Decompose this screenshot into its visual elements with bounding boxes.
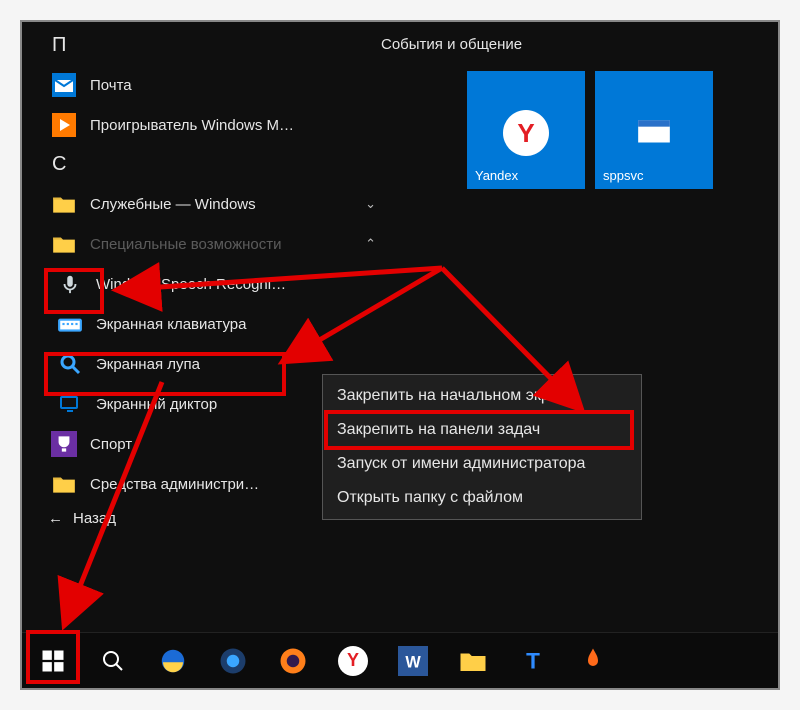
chevron-up-icon: ⌃ [365,236,376,252]
back-label: Назад [73,510,116,527]
app-item-utilities[interactable]: Служебные — Windows ⌄ [46,184,376,224]
taskbar-app-2[interactable] [568,638,618,684]
app-label: Windows Speech Recogni… [96,276,376,293]
taskbar-explorer[interactable] [448,638,498,684]
arrow-left-icon: ← [48,510,63,527]
app-label: Экранная лупа [96,356,376,373]
tiles-header[interactable]: События и общение [377,26,768,71]
app-item-osk[interactable]: Экранная клавиатура [46,304,376,344]
chevron-down-icon: ⌄ [365,196,376,212]
ctx-pin-start[interactable]: Закрепить на начальном экране [323,379,641,413]
app-item-ease-of-access[interactable]: Специальные возможности ⌃ [46,224,376,264]
magnifier-icon [56,350,84,378]
ctx-open-folder[interactable]: Открыть папку с файлом [323,481,641,515]
play-icon [50,111,78,139]
letter-p[interactable]: П [46,26,376,65]
app-label: Служебные — Windows [90,196,349,213]
folder-icon [50,230,78,258]
taskbar-yandex[interactable]: Y [328,638,378,684]
app-label: Проигрыватель Windows M… [90,117,376,134]
trophy-icon [50,430,78,458]
keyboard-icon [56,310,84,338]
tile-label: sppsvc [603,168,643,183]
svg-text:W: W [405,653,421,671]
tiles-area: События и общение Y Yandex sppsvc [377,26,768,189]
folder-icon [50,190,78,218]
tile-sppsvc[interactable]: sppsvc [595,71,713,189]
taskbar: Y W T [22,632,778,688]
ctx-pin-taskbar[interactable]: Закрепить на панели задач [323,413,641,447]
taskbar-firefox[interactable] [268,638,318,684]
window-icon [630,109,678,157]
mail-icon [50,71,78,99]
svg-text:T: T [526,648,540,673]
app-label: Специальные возможности [90,236,349,253]
context-menu: Закрепить на начальном экране Закрепить … [322,374,642,520]
app-label: Почта [90,77,376,94]
yandex-icon: Y [502,109,550,157]
start-menu: П Почта Проигрыватель Windows M… С Служе… [22,22,778,632]
tile-label: Yandex [475,168,518,183]
taskbar-app-1[interactable]: T [508,638,558,684]
taskbar-word[interactable]: W [388,638,438,684]
ctx-run-admin[interactable]: Запуск от имени администратора [323,447,641,481]
monitor-icon [56,390,84,418]
taskbar-ie[interactable] [148,638,198,684]
folder-icon [50,470,78,498]
taskbar-browser-1[interactable] [208,638,258,684]
app-item-mail[interactable]: Почта [46,65,376,105]
app-item-wmp[interactable]: Проигрыватель Windows M… [46,105,376,145]
tile-yandex[interactable]: Y Yandex [467,71,585,189]
app-item-speech[interactable]: Windows Speech Recogni… [46,264,376,304]
app-label: Средства администри… [90,476,349,493]
start-button[interactable] [28,638,78,684]
letter-s[interactable]: С [46,145,376,184]
search-button[interactable] [88,638,138,684]
app-label: Экранная клавиатура [96,316,376,333]
microphone-icon [56,270,84,298]
